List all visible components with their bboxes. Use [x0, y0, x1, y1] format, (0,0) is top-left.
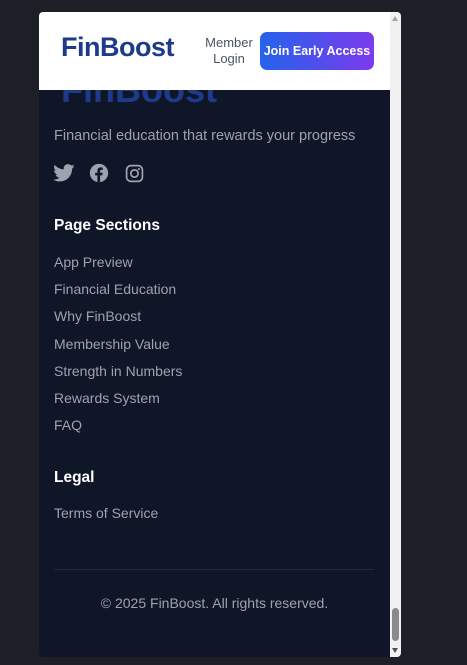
link-terms-of-service[interactable]: Terms of Service — [54, 505, 158, 521]
social-links — [53, 162, 145, 184]
copyright-text: © 2025 FinBoost. All rights reserved. — [100, 595, 329, 611]
scroll-up-arrow-icon[interactable] — [392, 16, 398, 21]
facebook-icon[interactable] — [88, 162, 110, 184]
join-early-access-button[interactable]: Join Early Access — [260, 32, 374, 70]
page-viewport: FinBoost Member Login Join Early Access … — [39, 12, 390, 657]
page-sections-list: App Preview Financial Education Why FinB… — [54, 253, 182, 443]
link-financial-education[interactable]: Financial Education — [54, 280, 182, 307]
link-membership-value[interactable]: Membership Value — [54, 335, 182, 362]
link-rewards-system[interactable]: Rewards System — [54, 389, 182, 416]
scroll-down-arrow-icon[interactable] — [392, 648, 398, 653]
browser-window: FinBoost Member Login Join Early Access … — [39, 12, 401, 657]
site-header: FinBoost Member Login Join Early Access — [39, 12, 390, 90]
scrollbar-thumb[interactable] — [392, 608, 399, 641]
twitter-icon[interactable] — [53, 162, 75, 184]
instagram-icon[interactable] — [123, 162, 145, 184]
page-sections-heading: Page Sections — [54, 217, 160, 234]
vertical-scrollbar[interactable] — [390, 12, 401, 657]
link-app-preview[interactable]: App Preview — [54, 253, 182, 280]
footer-divider — [54, 569, 374, 570]
link-faq[interactable]: FAQ — [54, 416, 182, 443]
legal-heading: Legal — [54, 469, 95, 486]
link-strength-in-numbers[interactable]: Strength in Numbers — [54, 362, 182, 389]
link-why-finboost[interactable]: Why FinBoost — [54, 307, 182, 334]
header-logo[interactable]: FinBoost — [61, 34, 174, 61]
footer-tagline: Financial education that rewards your pr… — [54, 128, 356, 144]
member-login-link[interactable]: Member Login — [201, 35, 257, 67]
